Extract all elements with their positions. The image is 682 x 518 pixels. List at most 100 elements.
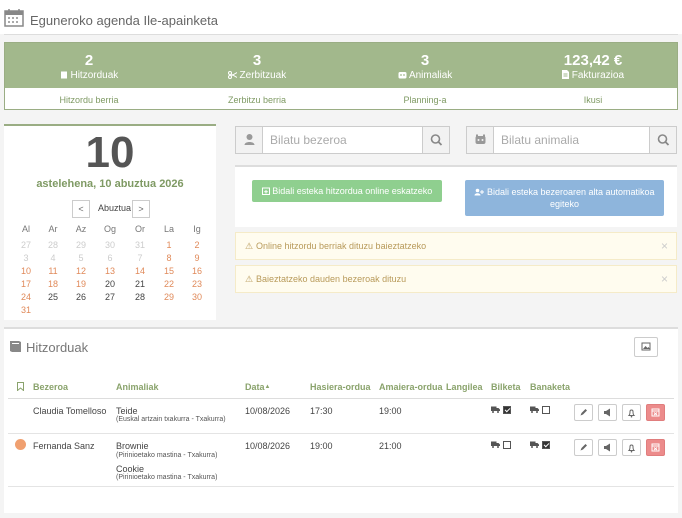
pickup-checkbox[interactable] [503,406,511,414]
calendar-day[interactable]: 27 [96,292,124,302]
calendar-day[interactable]: 23 [183,279,211,289]
alert-text: Online hitzordu berriak dituzu baieztatz… [256,241,427,251]
column-header-pickup[interactable]: Bilketa [491,382,521,392]
truck-icon [491,406,500,413]
column-header-client[interactable]: Bezeroa [33,382,68,392]
column-header-delivery[interactable]: Banaketa [530,382,570,392]
delivery-checkbox[interactable] [542,441,550,449]
calendar-day[interactable]: 29 [67,240,95,250]
calendar-day[interactable]: 3 [12,253,40,263]
row-client[interactable]: Fernanda Sanz [33,441,95,451]
edit-icon [580,409,587,416]
column-header-start[interactable]: Hasiera-ordua [310,382,371,392]
new-appointment-link[interactable]: Hitzordu berria [5,95,173,105]
delete-button[interactable] [646,439,665,456]
stat-label: Zerbitzuak [239,70,287,81]
row-animal-name[interactable]: Teide [116,406,138,416]
calendar-day[interactable]: 14 [126,266,154,276]
megaphone-icon [604,408,610,417]
stat-animals[interactable]: 3 Animaliak [341,43,509,88]
calendar-day[interactable]: 26 [67,292,95,302]
calendar-day[interactable]: 27 [12,240,40,250]
calendar-day[interactable]: 31 [12,305,40,315]
truck-icon [491,441,500,448]
calendar-day[interactable]: 25 [39,292,67,302]
calendar-day[interactable]: 22 [155,279,183,289]
send-online-booking-link-button[interactable]: Bidali esteka hitzordua online eskatzeko [252,180,442,202]
row-animal-name[interactable]: Cookie [116,464,144,474]
stat-services[interactable]: 3 Zerbitzuak [173,43,341,88]
calendar-day[interactable]: 4 [39,253,67,263]
calendar-day[interactable]: 5 [67,253,95,263]
calendar-day[interactable]: 16 [183,266,211,276]
calendar-day[interactable]: 11 [39,266,67,276]
row-date: 10/08/2026 [245,406,291,416]
notify-button[interactable] [598,404,617,421]
column-header-animals[interactable]: Animaliak [116,382,159,392]
calendar-day[interactable]: 2 [183,240,211,250]
reminder-button[interactable] [622,439,641,456]
calendar-day[interactable]: 28 [126,292,154,302]
calendar-day[interactable]: 17 [12,279,40,289]
prev-month-button[interactable]: < [72,200,90,218]
client-search-input[interactable] [270,132,410,148]
calendar-day[interactable]: 21 [126,279,154,289]
calendar-day[interactable]: 7 [126,253,154,263]
calendar-day[interactable]: 30 [183,292,211,302]
book-icon [60,71,67,79]
column-label: Data [245,382,265,392]
calendar-day[interactable]: 12 [67,266,95,276]
close-icon[interactable]: × [661,239,668,253]
button-label: Bidali esteka bezeroaren alta automatiko… [486,187,655,209]
weekday-header: Og [103,224,116,234]
calendar-day[interactable]: 15 [155,266,183,276]
animal-search-input[interactable] [501,132,641,148]
edit-icon [580,444,587,451]
column-header-worker[interactable]: Langilea [446,382,483,392]
next-month-button[interactable]: > [132,200,150,218]
client-search-button[interactable] [422,127,449,153]
edit-button[interactable] [574,404,593,421]
search-icon [430,134,443,146]
calendar-day[interactable]: 20 [96,279,124,289]
row-divider [8,433,674,434]
delivery-checkbox[interactable] [542,406,550,414]
calendar-day[interactable]: 19 [67,279,95,289]
calendar-day[interactable]: 29 [155,292,183,302]
row-animal-breed: (Euskal artzain txakurra - Txakurra) [116,416,226,423]
user-plus-icon [474,188,485,196]
row-end: 21:00 [379,441,402,451]
column-header-end[interactable]: Amaiera-ordua [379,382,443,392]
notify-button[interactable] [598,439,617,456]
calendar-day[interactable]: 10 [12,266,40,276]
client-search [235,126,450,154]
new-service-link[interactable]: Zerbitzu berria [173,95,341,105]
weekday-header: Az [75,224,87,234]
calendar-day[interactable]: 9 [183,253,211,263]
calendar-day[interactable]: 6 [96,253,124,263]
stat-label: Animaliak [408,70,453,81]
calendar-day[interactable]: 28 [39,240,67,250]
calendar-day[interactable]: 13 [96,266,124,276]
reminder-button[interactable] [622,404,641,421]
calendar-day[interactable]: 1 [155,240,183,250]
edit-button[interactable] [574,439,593,456]
planning-link[interactable]: Planning-a [341,95,509,105]
row-client[interactable]: Claudia Tomelloso [33,406,106,416]
delete-button[interactable] [646,404,665,421]
close-icon[interactable]: × [661,272,668,286]
animal-search-button[interactable] [649,127,676,153]
stat-appointments[interactable]: 2 Hitzorduak [5,43,173,88]
send-client-signup-link-button[interactable]: Bidali esteka bezeroaren alta automatiko… [465,180,664,216]
row-animal-name[interactable]: Brownie [116,441,149,451]
view-billing-link[interactable]: Ikusi [509,95,677,105]
calendar-day[interactable]: 8 [155,253,183,263]
calendar-day[interactable]: 24 [12,292,40,302]
export-image-button[interactable] [634,337,658,357]
calendar-day[interactable]: 31 [126,240,154,250]
stat-billing[interactable]: 123,42 € Fakturazioa [509,43,677,88]
calendar-day[interactable]: 18 [39,279,67,289]
pickup-checkbox[interactable] [503,441,511,449]
calendar-day[interactable]: 30 [96,240,124,250]
column-header-date[interactable]: Data▲ [245,382,270,392]
